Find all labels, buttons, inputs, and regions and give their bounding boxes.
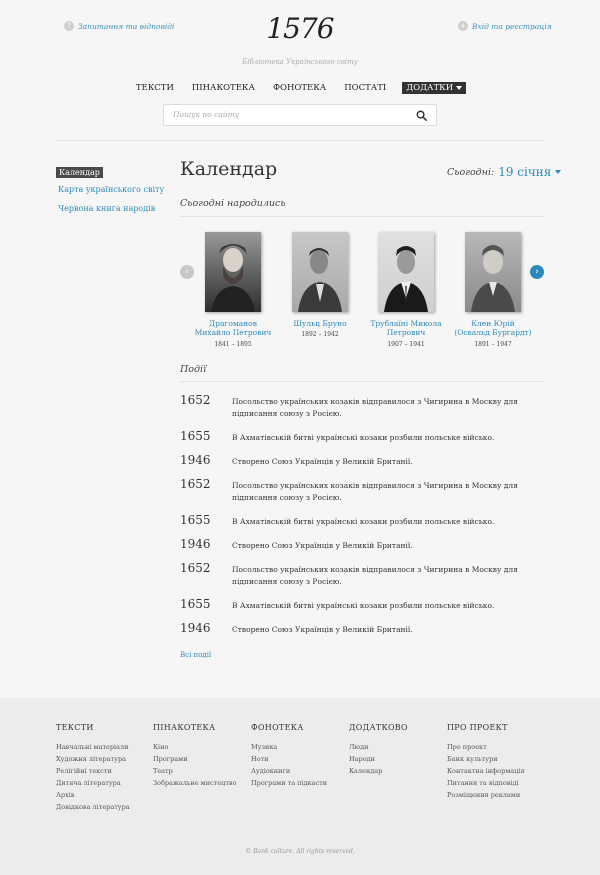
footer-link[interactable]: Про проект [447, 741, 525, 753]
event-year: 1652 [180, 477, 211, 491]
site-subtitle: Бібліотека Українського світу [242, 58, 358, 66]
chevron-down-icon [456, 86, 463, 90]
nav-item-pinakoteka[interactable]: ПІНАКОТЕКА [190, 82, 257, 94]
events-heading: Події [180, 364, 207, 375]
event-text: Створено Союз Українців у Великій Британ… [232, 625, 413, 634]
event-text: Створено Союз Українців у Великій Британ… [232, 541, 413, 550]
person-card[interactable]: Клен Юрій (Освальд Бургардт) 1891 – 1947 [453, 232, 533, 348]
event-year: 1652 [180, 561, 211, 575]
portrait-photo[interactable] [292, 232, 348, 312]
sidebar-item-red-book[interactable]: Червона книга народів [58, 204, 155, 213]
copyright: © Bank culture. All rights reserved. [245, 848, 355, 855]
portrait-icon [298, 248, 342, 312]
footer-link[interactable]: Календар [349, 765, 408, 777]
portrait-icon [471, 245, 515, 312]
person-card[interactable]: Драгоманов Михайло Петрович 1841 – 1895 [193, 232, 273, 348]
event-text: Створено Союз Українців у Великій Британ… [232, 457, 413, 466]
person-years: 1841 – 1895 [214, 340, 252, 348]
sidebar-item-calendar[interactable]: Календар [56, 167, 103, 178]
person-card[interactable]: Шульц Бруно 1892 – 1942 [280, 232, 360, 338]
page-title: Календар [180, 158, 278, 180]
footer-column-title: ПРО ПРОЕКТ [447, 723, 508, 732]
footer-column-about: ПРО ПРОЕКТ Про проект Банк культури Конт… [447, 723, 525, 801]
footer-link[interactable]: Народи [349, 753, 408, 765]
person-name[interactable]: Трублаїні Микола Петрович [366, 319, 446, 338]
person-years: 1907 – 1941 [387, 340, 425, 348]
footer-link[interactable]: Музика [251, 741, 327, 753]
footer-link[interactable]: Програми та підкасти [251, 777, 327, 789]
person-name[interactable]: Клен Юрій (Освальд Бургардт) [453, 319, 533, 338]
today-selector[interactable]: Сьогодні: 19 січня [447, 165, 562, 179]
footer-column-title: ПІНАКОТЕКА [153, 723, 216, 732]
footer-column-title: ТЕКСТИ [56, 723, 94, 732]
footer-link[interactable]: Аудіокниги [251, 765, 327, 777]
footer-link[interactable]: Розміщення реклами [447, 789, 525, 801]
footer-link[interactable]: Люди [349, 741, 408, 753]
person-name[interactable]: Шульц Бруно [280, 319, 360, 328]
chevron-left-icon[interactable]: ‹ [180, 265, 194, 279]
event-year: 1946 [180, 621, 211, 635]
footer-column-texts: ТЕКСТИ Навчальні матеріали Художня літер… [56, 723, 130, 813]
events-divider [180, 381, 545, 382]
nav-item-dodatky[interactable]: ДОДАТКИ [402, 82, 467, 94]
footer-link[interactable]: Художня література [56, 753, 130, 765]
footer-link[interactable]: Навчальні матеріали [56, 741, 130, 753]
event-year: 1652 [180, 393, 211, 407]
event-text: В Ахматівській битві українські козаки р… [232, 433, 495, 442]
born-divider [180, 216, 545, 217]
footer-link[interactable]: Зображальне мистецтво [153, 777, 237, 789]
footer-column-title: ФОНОТЕКА [251, 723, 304, 732]
person-card[interactable]: Трублаїні Микола Петрович 1907 – 1941 [366, 232, 446, 348]
person-years: 1892 – 1942 [301, 331, 339, 339]
portrait-photo[interactable] [378, 232, 434, 312]
footer-column-dodatkovo: ДОДАТКОВО Люди Народи Календар [349, 723, 408, 777]
nav-item-fonoteka[interactable]: ФОНОТЕКА [271, 82, 328, 94]
portrait-icon [384, 246, 428, 312]
footer-link[interactable]: Контактна інформація [447, 765, 525, 777]
footer-link[interactable]: Дитяча література [56, 777, 130, 789]
person-name[interactable]: Драгоманов Михайло Петрович [193, 319, 273, 338]
footer-column-pinakoteka: ПІНАКОТЕКА Кіно Програми Театр Зображаль… [153, 723, 237, 789]
footer-link[interactable]: Театр [153, 765, 237, 777]
footer-link[interactable]: Програми [153, 753, 237, 765]
footer-link[interactable]: Релігійні тексти [56, 765, 130, 777]
search-icon[interactable] [416, 110, 427, 121]
main-nav: ТЕКСТИ ПІНАКОТЕКА ФОНОТЕКА ПОСТАТІ ДОДАТ… [0, 82, 600, 94]
search-box[interactable]: Пошук по сайту [163, 104, 437, 126]
footer-column-title: ДОДАТКОВО [349, 723, 408, 732]
footer-link[interactable]: Ноти [251, 753, 327, 765]
nav-item-postati[interactable]: ПОСТАТІ [342, 82, 388, 94]
event-text: В Ахматівській битві українські козаки р… [232, 517, 495, 526]
event-text: В Ахматівській битві українські козаки р… [232, 601, 495, 610]
chevron-down-icon[interactable] [555, 170, 562, 174]
header-divider [55, 140, 545, 141]
event-year: 1655 [180, 429, 211, 443]
today-date[interactable]: 19 січня [498, 165, 551, 179]
login-link[interactable]: + Вхід та реєстрація [458, 21, 552, 31]
plus-icon: + [458, 21, 468, 31]
footer-column-fonoteka: ФОНОТЕКА Музика Ноти Аудіокниги Програми… [251, 723, 327, 789]
portrait-photo[interactable] [205, 232, 261, 312]
portrait-photo[interactable] [465, 232, 521, 312]
event-year: 1946 [180, 537, 211, 551]
event-text: Посольство українських козаків відправил… [232, 481, 518, 502]
nav-item-texts[interactable]: ТЕКСТИ [134, 82, 176, 94]
person-years: 1891 – 1947 [474, 340, 512, 348]
portrait-icon [211, 244, 255, 312]
search-input[interactable]: Пошук по сайту [173, 110, 239, 119]
footer-link[interactable]: Банк культури [447, 753, 525, 765]
footer-link[interactable]: Питання та відповіді [447, 777, 525, 789]
event-year: 1655 [180, 513, 211, 527]
event-year: 1655 [180, 597, 211, 611]
footer-link[interactable]: Кіно [153, 741, 237, 753]
event-text: Посольство українських козаків відправил… [232, 397, 518, 418]
all-events-link[interactable]: Всі події [180, 651, 211, 659]
event-year: 1946 [180, 453, 211, 467]
footer-link[interactable]: Архів [56, 789, 130, 801]
born-heading: Сьогодні народились [180, 198, 286, 209]
sidebar-item-map[interactable]: Карта українського світу [58, 185, 164, 194]
event-text: Посольство українських козаків відправил… [232, 565, 518, 586]
footer-link[interactable]: Довідкова література [56, 801, 130, 813]
